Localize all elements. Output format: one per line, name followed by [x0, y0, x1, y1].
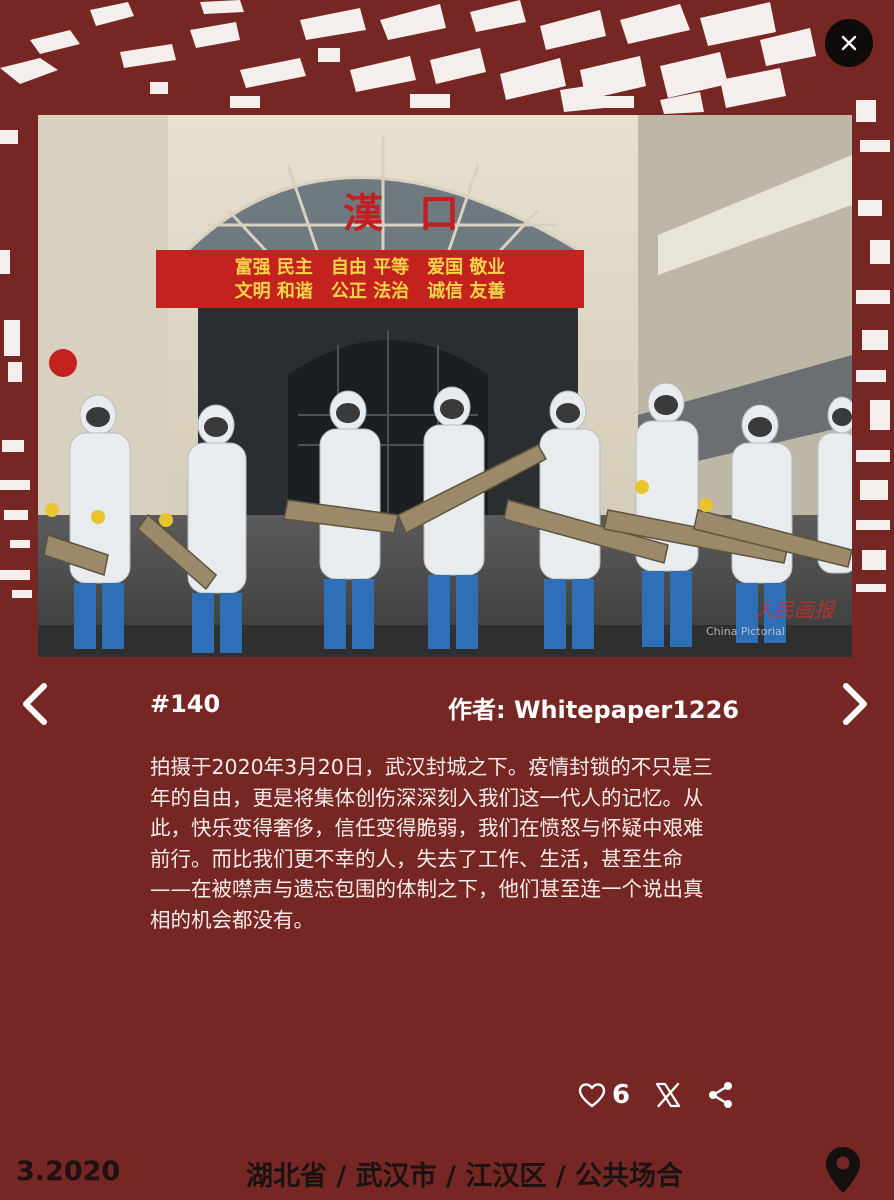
next-button[interactable] — [834, 680, 874, 728]
banner-line-1: 富强 民主 自由 平等 爱国 敬业 — [235, 256, 506, 278]
heart-icon — [578, 1083, 606, 1108]
chevron-left-icon — [23, 683, 47, 725]
map-pin-button[interactable] — [824, 1145, 862, 1199]
post-description: 拍摄于2020年3月20日，武汉封城之下。疫情封锁的不只是三年的自由，更是将集体… — [150, 755, 713, 932]
close-icon — [841, 35, 857, 51]
map-pin-icon — [826, 1147, 860, 1193]
photo-date: 3.2020 — [16, 1156, 121, 1187]
station-sign: 漢口 — [343, 190, 495, 237]
share-button[interactable] — [708, 1081, 734, 1109]
x-logo-icon — [655, 1082, 681, 1108]
photo: 漢口 富强 民主 自由 平等 爱国 敬业 文明 和谐 公正 法治 诚信 友善 人… — [38, 115, 852, 657]
like-button[interactable]: 6 — [578, 1080, 630, 1110]
photo-watermark-sub: China Pictorial — [706, 625, 785, 638]
share-icon — [709, 1082, 733, 1108]
chevron-right-icon — [843, 683, 867, 725]
share-on-x-button[interactable] — [654, 1082, 682, 1108]
like-count: 6 — [612, 1080, 631, 1110]
previous-button[interactable] — [16, 680, 56, 728]
photo-location: 湖北省 / 武汉市 / 江汉区 / 公共场合 — [246, 1161, 683, 1192]
post-number: #140 — [150, 690, 221, 718]
close-button[interactable] — [825, 19, 873, 67]
photo-watermark: 人民画报 — [754, 598, 836, 622]
post-author: 作者: Whitepaper1226 — [448, 696, 739, 724]
action-bar: 6 — [578, 1077, 734, 1113]
banner-line-2: 文明 和谐 公正 法治 诚信 友善 — [235, 280, 506, 302]
